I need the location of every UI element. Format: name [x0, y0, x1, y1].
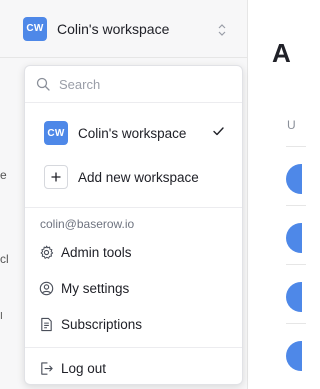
user-email: colin@baserow.io	[40, 217, 135, 231]
main-content: A U	[249, 0, 306, 389]
app-stage: CW Colin's workspace e cl I A U Search C…	[0, 0, 306, 389]
avatar	[286, 164, 302, 194]
avatar	[286, 341, 302, 371]
add-workspace-label: Add new workspace	[78, 169, 199, 185]
menu-item-label: Subscriptions	[61, 316, 143, 332]
logout-icon	[41, 361, 53, 375]
row-divider	[286, 205, 306, 206]
avatar	[286, 223, 302, 253]
add-workspace-button	[44, 165, 68, 189]
menu-item-admin-tools[interactable]: Admin tools	[25, 234, 242, 270]
gear-icon	[40, 245, 54, 259]
check-icon	[213, 127, 224, 136]
search-row	[25, 66, 242, 103]
workspace-badge: CW	[23, 16, 47, 41]
table-column-header: U	[287, 118, 296, 132]
menu-item-subscriptions[interactable]: Subscriptions	[25, 306, 242, 342]
workspace-item-label: Colin's workspace	[78, 125, 187, 141]
add-workspace-item[interactable]: Add new workspace	[25, 155, 242, 199]
page-title: A	[272, 38, 291, 68]
avatar	[286, 282, 302, 312]
row-divider	[286, 264, 306, 265]
user-circle-icon	[39, 281, 54, 295]
workspace-list: CW Colin's workspace Add new workspace	[25, 103, 242, 208]
workspace-item[interactable]: CW Colin's workspace	[25, 111, 242, 155]
search-icon	[36, 77, 50, 91]
menu-item-logout[interactable]: Log out	[25, 348, 242, 388]
row-divider	[286, 146, 306, 147]
menu-item-label: Admin tools	[61, 244, 132, 260]
document-icon	[41, 317, 52, 331]
row-divider	[286, 323, 306, 324]
plus-icon	[51, 172, 61, 182]
menu-item-label: My settings	[61, 280, 130, 296]
sidebar-text-fragment: e	[0, 168, 7, 182]
sidebar-text-fragment: I	[0, 311, 3, 322]
workspace-dropdown: CW Colin's workspace Add new workspace c…	[24, 65, 243, 385]
workspace-badge: CW	[44, 121, 68, 145]
menu-item-my-settings[interactable]: My settings	[25, 270, 242, 306]
chevron-up-down-icon	[218, 24, 226, 36]
menu-item-label: Log out	[61, 360, 107, 376]
workspace-title: Colin's workspace	[57, 20, 170, 37]
workspace-switcher[interactable]: CW Colin's workspace	[0, 0, 247, 58]
sidebar-text-fragment: cl	[0, 252, 9, 266]
search-input[interactable]	[59, 76, 219, 92]
